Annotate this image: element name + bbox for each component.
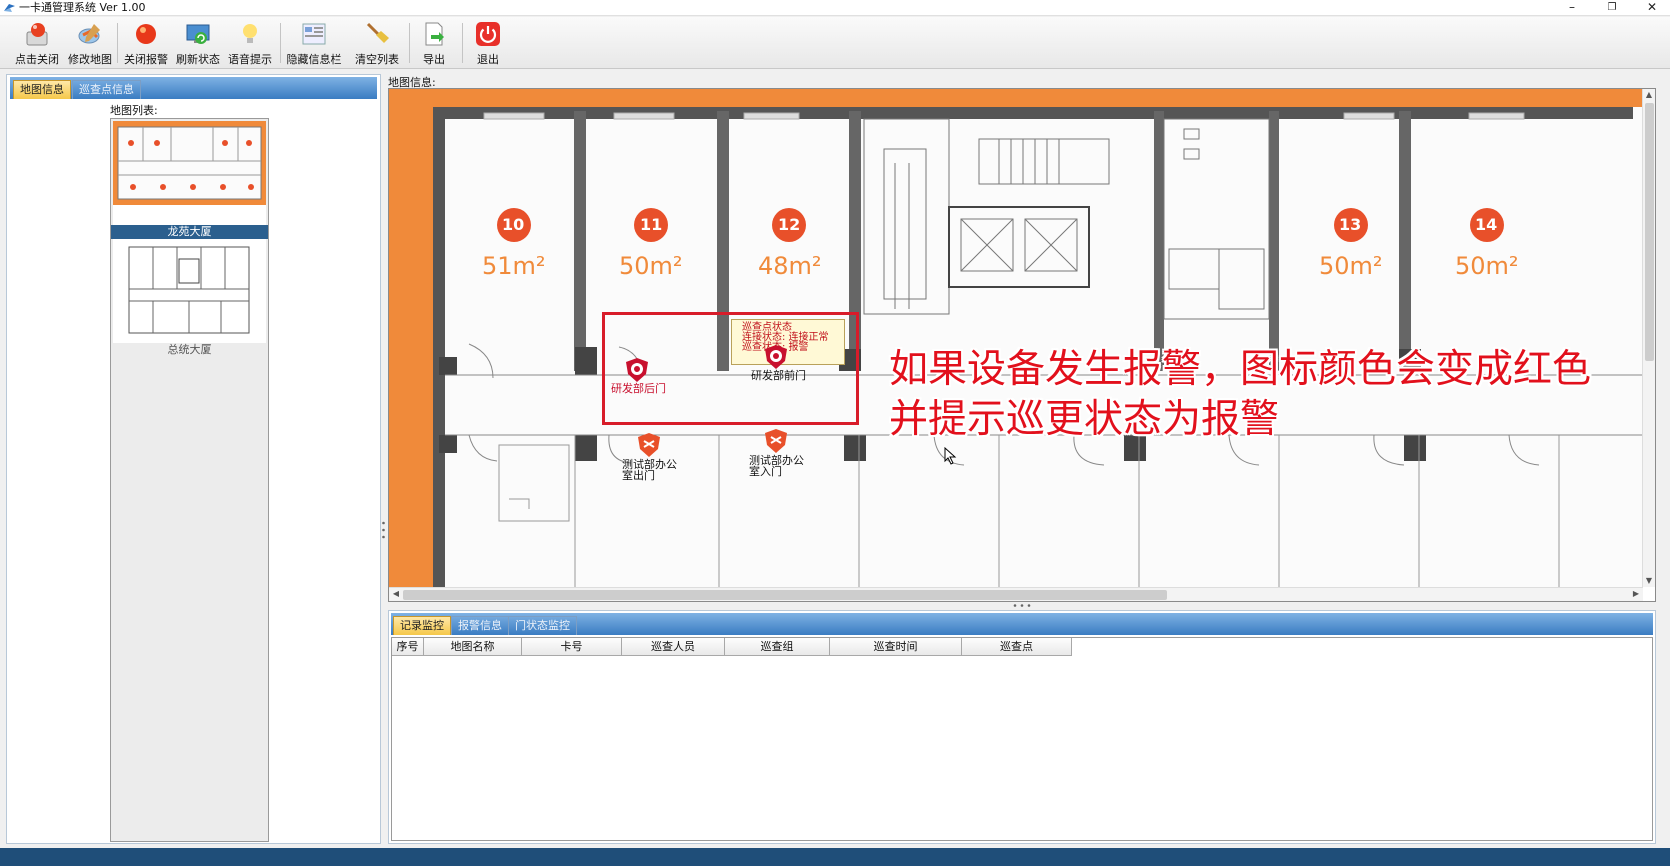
- hide-info-bar-button[interactable]: 隐藏信息栏: [282, 19, 346, 67]
- map-thumbnail-zongtong[interactable]: [113, 239, 266, 343]
- alarm-close-icon: [26, 23, 48, 46]
- room-number: 11: [640, 215, 663, 234]
- click-close-button[interactable]: 点击关闭: [10, 19, 64, 67]
- map-name-longyuan[interactable]: 龙苑大厦: [111, 225, 268, 239]
- map-view[interactable]: 10 51m² 11 50m² 12 48m² 13 50m² 14 50m² …: [388, 88, 1656, 602]
- close-alarm-button[interactable]: 关闭报警: [120, 19, 172, 67]
- marker-label: 测试部办公室出门: [622, 458, 677, 482]
- power-icon: [476, 22, 500, 46]
- map-horizontal-scrollbar[interactable]: ◀ ▶: [389, 587, 1643, 601]
- room-area: 50m²: [619, 252, 683, 280]
- left-tab-strip: 地图信息 巡查点信息: [10, 77, 377, 99]
- alarm-shield-icon[interactable]: [763, 344, 789, 370]
- alarm-shield-icon[interactable]: [624, 357, 650, 383]
- bottom-panel: 记录监控 报警信息 门状态监控 序号 地图名称 卡号 巡查人员 巡查组 巡查时间…: [388, 610, 1656, 844]
- column-header-patrol-time[interactable]: 巡查时间: [830, 638, 962, 656]
- scroll-left-icon[interactable]: ◀: [390, 588, 402, 600]
- broom-icon: [366, 22, 389, 43]
- room-area: 50m²: [1455, 252, 1519, 280]
- hide-panel-icon: [302, 23, 326, 45]
- tab-map-info[interactable]: 地图信息: [13, 80, 71, 99]
- scroll-down-icon[interactable]: ▼: [1643, 575, 1655, 587]
- left-panel: 地图信息 巡查点信息 地图列表: 龙苑大厦 总统大厦: [6, 74, 385, 844]
- voice-prompt-button[interactable]: 语音提示: [224, 19, 276, 67]
- annotation-callout: 如果设备发生报警，图标颜色会变成红色 并提示巡更状态为报警: [889, 347, 1592, 442]
- vertical-splitter-grip[interactable]: [382, 520, 385, 540]
- mouse-cursor-icon: [944, 447, 957, 465]
- floorplan-thumb-image: [113, 126, 266, 225]
- map-list: 龙苑大厦 总统大厦: [110, 118, 269, 842]
- app-icon: [4, 4, 15, 12]
- alarm-off-icon: [136, 24, 156, 44]
- edit-map-icon: [78, 24, 100, 44]
- tooltip-patrol-status: 巡查状态: 报警: [742, 342, 809, 353]
- exit-button[interactable]: 退出: [466, 19, 510, 67]
- tab-door-status-monitor[interactable]: 门状态监控: [508, 616, 577, 635]
- restore-button[interactable]: ❐: [1594, 0, 1630, 16]
- tab-alarm-info[interactable]: 报警信息: [451, 616, 509, 635]
- room-number: 13: [1339, 215, 1362, 234]
- room-area: 50m²: [1319, 252, 1383, 280]
- patrol-shield-icon[interactable]: [636, 432, 662, 458]
- column-header-card-number[interactable]: 卡号: [522, 638, 622, 656]
- floorplan-thumb-image-2: [128, 246, 250, 334]
- toolbar: 点击关闭 修改地图 关闭报警 刷新状态 语音提示 隐藏信息栏 清空列表 导出 退…: [0, 17, 1670, 69]
- vertical-scroll-thumb[interactable]: [1645, 103, 1654, 361]
- patrol-shield-icon[interactable]: [763, 428, 789, 454]
- status-bar: [0, 848, 1670, 866]
- export-icon: [425, 22, 444, 46]
- map-list-label: 地图列表:: [110, 104, 158, 117]
- refresh-icon: [186, 24, 210, 44]
- room-area: 48m²: [758, 252, 822, 280]
- horizontal-scroll-thumb[interactable]: [403, 590, 1167, 600]
- toolbar-separator: [117, 23, 118, 63]
- column-header-patrol-person[interactable]: 巡查人员: [622, 638, 725, 656]
- marker-label: 测试部办公室入门: [749, 454, 804, 478]
- toolbar-separator: [462, 23, 463, 63]
- room-number: 12: [778, 215, 801, 234]
- map-name-zongtong[interactable]: 总统大厦: [111, 343, 268, 357]
- clear-list-button[interactable]: 清空列表: [350, 19, 404, 67]
- column-header-map-name[interactable]: 地图名称: [424, 638, 522, 656]
- column-header-patrol-point[interactable]: 巡查点: [962, 638, 1072, 656]
- tab-record-monitor[interactable]: 记录监控: [393, 616, 451, 635]
- export-button[interactable]: 导出: [412, 19, 456, 67]
- room-number: 14: [1475, 215, 1498, 234]
- map-thumbnail-longyuan[interactable]: [113, 121, 266, 225]
- horizontal-splitter-grip[interactable]: [1012, 604, 1032, 607]
- room-number: 10: [502, 215, 525, 234]
- scroll-right-icon[interactable]: ▶: [1630, 588, 1642, 600]
- minimize-button[interactable]: –: [1554, 0, 1590, 16]
- refresh-status-button[interactable]: 刷新状态: [172, 19, 224, 67]
- toolbar-separator: [409, 23, 410, 63]
- marker-label: 研发部后门: [611, 382, 666, 395]
- column-header-patrol-group[interactable]: 巡查组: [725, 638, 830, 656]
- toolbar-separator: [280, 23, 281, 63]
- room-area: 51m²: [482, 252, 546, 280]
- column-header-index[interactable]: 序号: [392, 638, 424, 656]
- record-table[interactable]: 序号 地图名称 卡号 巡查人员 巡查组 巡查时间 巡查点: [391, 637, 1653, 841]
- window-title: 一卡通管理系统 Ver 1.00: [19, 1, 146, 14]
- bottom-tab-strip: 记录监控 报警信息 门状态监控: [391, 613, 1653, 635]
- scroll-up-icon[interactable]: ▲: [1643, 89, 1655, 101]
- tab-patrol-point-info[interactable]: 巡查点信息: [72, 80, 141, 99]
- title-bar: 一卡通管理系统 Ver 1.00 – ❐ ✕: [0, 0, 1670, 16]
- edit-map-button[interactable]: 修改地图: [64, 19, 116, 67]
- marker-label: 研发部前门: [751, 369, 806, 382]
- floorplan-image: [389, 89, 1643, 587]
- map-vertical-scrollbar[interactable]: ▲ ▼: [1642, 89, 1655, 587]
- bulb-icon: [243, 24, 257, 43]
- close-button[interactable]: ✕: [1634, 0, 1670, 16]
